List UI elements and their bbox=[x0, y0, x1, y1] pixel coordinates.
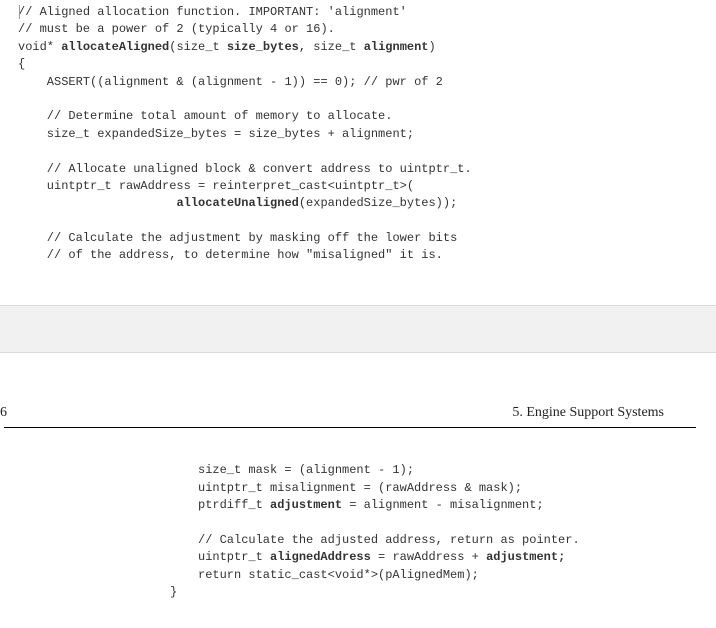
chapter-title: 5. Engine Support Systems bbox=[512, 403, 664, 423]
signature-part: (size_t bbox=[169, 40, 227, 54]
page-header: 6 5. Engine Support Systems bbox=[4, 403, 696, 428]
code-line-indent bbox=[18, 196, 176, 210]
code-line: return static_cast<void*>(pAlignedMem); bbox=[198, 568, 479, 582]
brace-open: { bbox=[18, 57, 25, 71]
func-name: allocateAligned bbox=[61, 40, 169, 54]
code-line-part: ptrdiff_t bbox=[198, 498, 270, 512]
code-block-bottom: size_t mask = (alignment - 1); uintptr_t… bbox=[0, 462, 716, 601]
comment-line: // Determine total amount of memory to a… bbox=[18, 109, 392, 123]
var-name: adjustment bbox=[270, 498, 342, 512]
param-name: alignment bbox=[364, 40, 429, 54]
comment-line: // Calculate the adjusted address, retur… bbox=[198, 533, 580, 547]
code-line: uintptr_t misalignment = (rawAddress & m… bbox=[198, 481, 522, 495]
code-line: uintptr_t rawAddress = reinterpret_cast<… bbox=[18, 179, 414, 193]
code-line-part: = rawAddress + bbox=[371, 550, 486, 564]
code-line-rest: (expandedSize_bytes)); bbox=[299, 196, 457, 210]
signature-part: , size_t bbox=[299, 40, 364, 54]
comment-line: // of the address, to determine how "mis… bbox=[18, 248, 443, 262]
signature-part: void* bbox=[18, 40, 61, 54]
book-page-1: // Aligned allocation function. IMPORTAN… bbox=[0, 0, 716, 305]
var-name: alignedAddress bbox=[270, 550, 371, 564]
code-line-part: uintptr_t bbox=[198, 550, 270, 564]
brace-close: } bbox=[170, 584, 716, 601]
book-page-2: 6 5. Engine Support Systems size_t mask … bbox=[0, 353, 716, 621]
comment-line: // must be a power of 2 (typically 4 or … bbox=[18, 22, 335, 36]
code-block-top: // Aligned allocation function. IMPORTAN… bbox=[18, 4, 716, 265]
comment-line: // Calculate the adjustment by masking o… bbox=[18, 231, 457, 245]
page-gap bbox=[0, 305, 716, 353]
code-line: size_t expandedSize_bytes = size_bytes +… bbox=[18, 127, 414, 141]
code-line: ASSERT((alignment & (alignment - 1)) == … bbox=[18, 75, 443, 89]
code-line-part: = alignment - misalignment; bbox=[342, 498, 544, 512]
var-name: adjustment; bbox=[486, 550, 565, 564]
param-name: size_bytes bbox=[227, 40, 299, 54]
code-line: size_t mask = (alignment - 1); bbox=[198, 463, 414, 477]
signature-part: ) bbox=[429, 40, 436, 54]
page-number: 6 bbox=[0, 403, 7, 423]
text-cursor bbox=[19, 5, 20, 19]
code-pre: size_t mask = (alignment - 1); uintptr_t… bbox=[198, 462, 716, 584]
comment-line: // Allocate unaligned block & convert ad… bbox=[18, 162, 472, 176]
comment-line: / Aligned allocation function. IMPORTANT… bbox=[25, 5, 407, 19]
func-call: allocateUnaligned bbox=[176, 196, 298, 210]
